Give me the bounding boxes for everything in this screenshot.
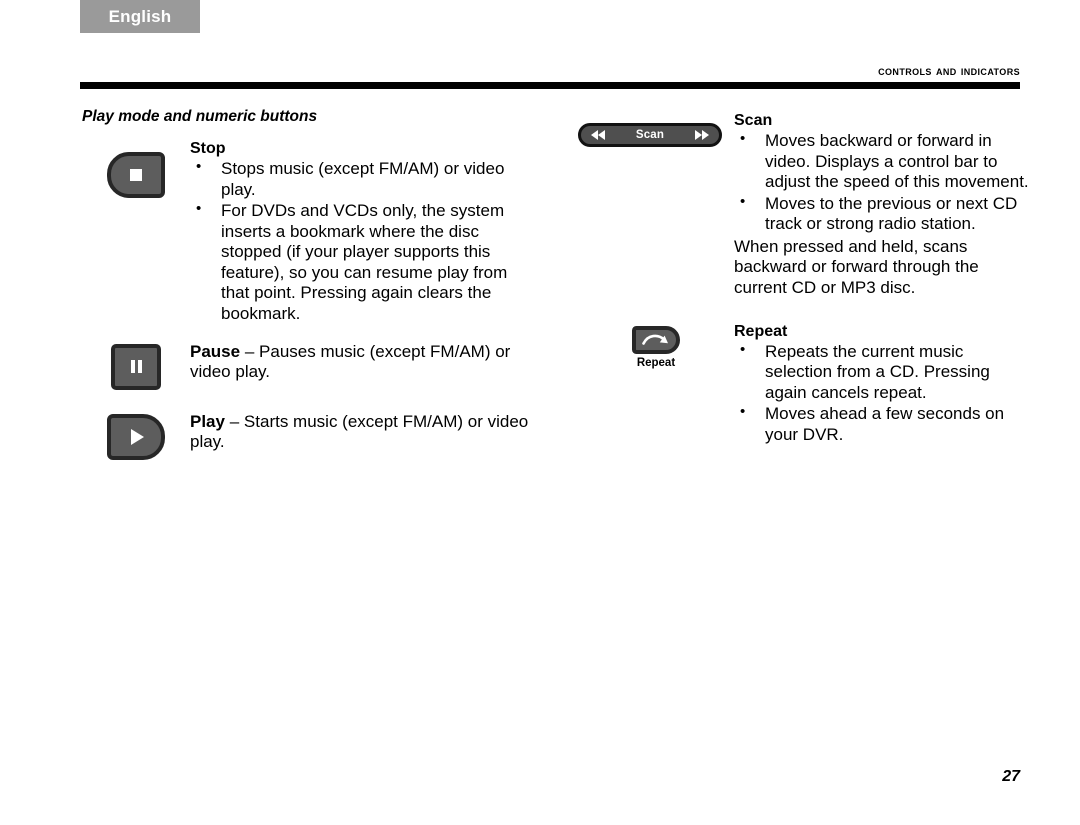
language-tab: English	[80, 0, 200, 33]
scan-icon-cell: Scan	[578, 112, 734, 147]
entry-scan: Scan Scan Moves backward or forward in v…	[578, 112, 1030, 299]
stop-text: Stop Stops music (except FM/AM) or video…	[190, 140, 532, 326]
left-column: Stop Stops music (except FM/AM) or video…	[82, 140, 532, 460]
repeat-icon-caption: Repeat	[636, 356, 676, 369]
running-head: Controls and Indicators	[878, 63, 1020, 78]
pause-icon-cell	[82, 342, 190, 390]
entry-stop: Stop Stops music (except FM/AM) or video…	[82, 140, 532, 326]
page-title: Play mode and numeric buttons	[82, 108, 318, 125]
right-column: Scan Scan Moves backward or forward in v…	[578, 112, 1030, 446]
curved-arrow-icon	[642, 334, 668, 345]
list-item: Moves ahead a few seconds on your DVR.	[734, 403, 1030, 445]
triangle-glyph-icon	[131, 428, 144, 445]
scan-bullet-list: Moves backward or forward in video. Disp…	[734, 130, 1030, 235]
dash: –	[229, 411, 240, 431]
list-item: For DVDs and VCDs only, the system inser…	[190, 200, 532, 324]
scan-text: Scan Moves backward or forward in video.…	[734, 112, 1030, 299]
term-scan: Scan	[734, 112, 773, 129]
entry-pause: Pause – Pauses music (except FM/AM) or v…	[82, 342, 532, 390]
entry-repeat: Repeat Repeat Repeats the current music …	[578, 323, 1030, 447]
scan-note: When pressed and held, scans backward or…	[734, 236, 979, 297]
list-item: Stops music (except FM/AM) or video play…	[190, 158, 532, 200]
stop-icon-cell	[82, 140, 190, 198]
repeat-text: Repeat Repeats the current music selecti…	[734, 323, 1030, 447]
repeat-bullet-list: Repeats the current music selection from…	[734, 341, 1030, 446]
stop-bullet-list: Stops music (except FM/AM) or video play…	[190, 158, 532, 325]
repeat-icon-cell: Repeat	[578, 323, 734, 369]
language-tab-label: English	[108, 6, 172, 26]
term-repeat: Repeat	[734, 322, 788, 340]
list-item: Moves backward or forward in video. Disp…	[734, 130, 1030, 193]
scan-button-label: Scan	[635, 129, 665, 141]
header-rule	[80, 82, 1020, 89]
entry-play: Play – Starts music (except FM/AM) or vi…	[82, 412, 532, 460]
scan-button-icon: Scan	[578, 123, 722, 147]
page-number: 27	[1002, 768, 1020, 785]
dash: –	[244, 341, 255, 361]
repeat-button-icon	[632, 325, 680, 354]
term-pause: Pause	[190, 341, 241, 361]
fast-forward-icon	[694, 130, 709, 140]
play-button-icon	[107, 413, 165, 460]
pause-button-icon	[111, 343, 161, 390]
play-description: Starts music (except FM/AM) or video pla…	[190, 411, 529, 452]
double-bar-glyph-icon	[130, 360, 142, 373]
list-item: Moves to the previous or next CD track o…	[734, 193, 1030, 235]
square-glyph-icon	[130, 169, 142, 181]
stop-button-icon	[107, 152, 165, 198]
play-icon-cell	[82, 412, 190, 460]
pause-text: Pause – Pauses music (except FM/AM) or v…	[190, 342, 532, 383]
play-text: Play – Starts music (except FM/AM) or vi…	[190, 412, 532, 453]
term-play: Play	[190, 411, 225, 431]
list-item: Repeats the current music selection from…	[734, 341, 1030, 404]
term-stop: Stop	[190, 140, 226, 157]
rewind-icon	[591, 130, 605, 140]
